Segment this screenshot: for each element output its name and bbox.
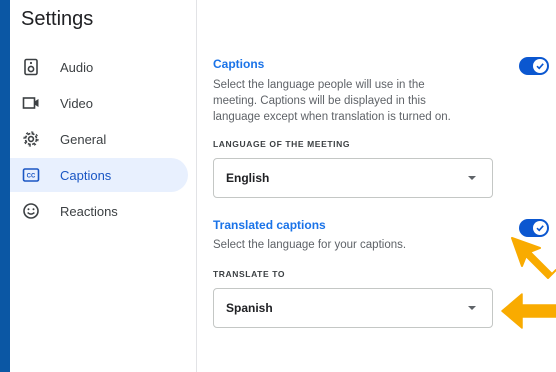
captions-description: Select the language people will use in t… [213, 79, 451, 123]
sidebar-item-audio[interactable]: Audio [10, 50, 188, 84]
sidebar-item-label: General [60, 131, 107, 147]
settings-dialog: Settings Audio Video General CC Captions [10, 0, 556, 372]
dropdown-arrow-icon [468, 176, 476, 180]
captions-title: Captions [213, 57, 265, 71]
language-select[interactable]: English [213, 158, 493, 198]
sidebar-item-label: Captions [60, 167, 112, 183]
captions-toggle[interactable] [519, 57, 549, 75]
closed-captions-icon: CC [22, 166, 40, 184]
settings-sidebar: Settings Audio Video General CC Captions [10, 0, 197, 372]
translate-to-label: TRANSLATE TO [213, 269, 286, 279]
translated-captions-description: Select the language for your captions. [213, 239, 407, 251]
sidebar-item-captions[interactable]: CC Captions [10, 158, 188, 192]
video-camera-icon [22, 94, 40, 112]
language-value: English [226, 171, 270, 185]
translated-captions-title: Translated captions [213, 218, 326, 232]
translate-to-select[interactable]: Spanish [213, 288, 493, 328]
smiley-icon [22, 202, 40, 220]
translate-to-value: Spanish [226, 301, 273, 315]
sidebar-item-label: Reactions [60, 203, 118, 219]
translated-captions-toggle[interactable] [519, 219, 549, 237]
check-icon [533, 59, 547, 73]
svg-text:CC: CC [27, 174, 36, 180]
annotation-arrow-left [501, 293, 556, 329]
check-icon [533, 221, 547, 235]
sidebar-item-general[interactable]: General [10, 122, 188, 156]
sidebar-item-video[interactable]: Video [10, 86, 188, 120]
gear-icon [22, 130, 40, 148]
speaker-icon [22, 58, 40, 76]
sidebar-item-reactions[interactable]: Reactions [10, 194, 188, 228]
sidebar-item-label: Video [60, 95, 94, 111]
annotation-arrow-diagonal [511, 237, 556, 279]
sidebar-item-label: Audio [60, 59, 94, 75]
dropdown-arrow-icon [468, 306, 476, 310]
language-label: LANGUAGE OF THE MEETING [213, 139, 351, 149]
settings-title: Settings [21, 8, 94, 30]
